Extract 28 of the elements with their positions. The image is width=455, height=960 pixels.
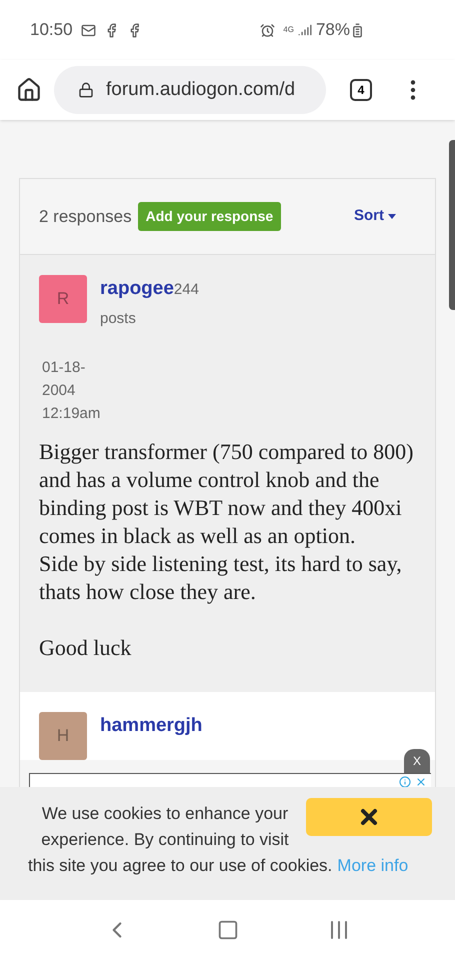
alarm-icon: [260, 22, 276, 38]
address-bar[interactable]: forum.audiogon.com/d: [54, 66, 326, 114]
signal-icon: [298, 23, 312, 37]
username-link[interactable]: hammergjh: [100, 712, 202, 740]
lock-icon: [78, 82, 94, 98]
posts-label: posts: [100, 308, 137, 328]
cookie-notice: this site you agree to our use of cookies.: [28, 855, 332, 877]
tab-count-button[interactable]: 4: [350, 79, 372, 101]
network-type: 4G: [283, 24, 294, 36]
post-text: Bigger transformer (750 compared to 800) and has a volume control knob and the binding post is WBT now and they 400xi comes in black as well as an option. Side by side listening test, its hard to say, thats how close they are.: [39, 438, 414, 606]
dismiss-button[interactable]: [306, 798, 432, 836]
post-text: Good luck: [39, 634, 132, 662]
response-count: 2 responses: [39, 206, 132, 228]
battery-icon: [350, 22, 365, 38]
home-icon[interactable]: [16, 77, 42, 103]
info-icon[interactable]: [399, 776, 411, 788]
caret-icon: [388, 214, 396, 219]
mail-icon: [80, 22, 96, 38]
close-icon[interactable]: [415, 776, 427, 788]
battery-level: 78%: [316, 19, 350, 42]
post-date: 01-18- 2004 12:19am: [42, 358, 102, 424]
ad-close-button[interactable]: X: [404, 749, 430, 773]
clock: 10:50: [30, 19, 73, 42]
sort-button[interactable]: Sort: [354, 205, 396, 228]
post-count: 244: [174, 280, 199, 300]
username-link[interactable]: rapogee: [100, 275, 174, 304]
avatar: H: [39, 712, 87, 760]
avatar: R: [39, 275, 87, 323]
